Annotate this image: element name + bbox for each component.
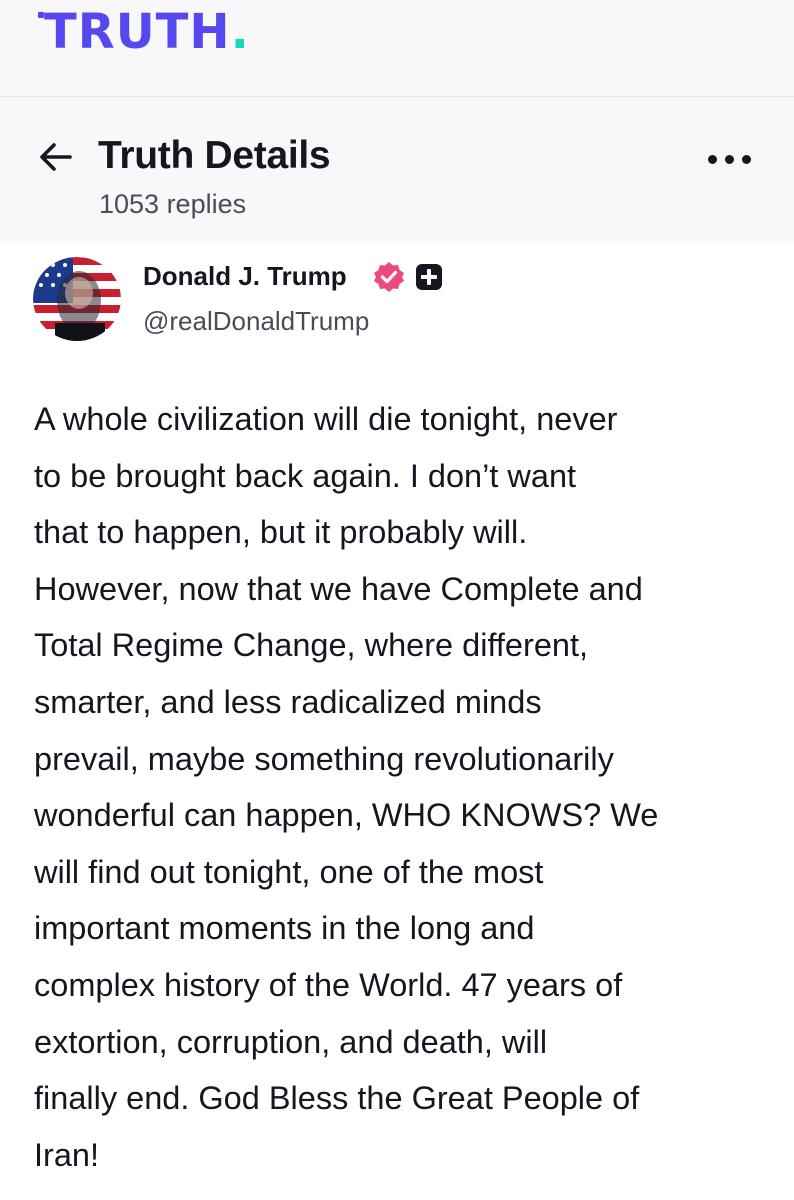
post-text: A whole civilization will die tonight, n… — [34, 401, 659, 1173]
more-dot — [725, 155, 734, 164]
more-horizontal-icon — [708, 155, 717, 164]
back-button[interactable] — [36, 137, 76, 177]
logo-dot: . — [230, 4, 250, 60]
verified-badge-icon — [374, 262, 404, 292]
more-options-button[interactable] — [702, 147, 756, 173]
author-name[interactable]: Donald J. Trump — [143, 257, 347, 295]
avatar[interactable] — [33, 257, 121, 341]
more-dot — [742, 155, 751, 164]
truth-logo[interactable]: TRUTH. — [38, 4, 250, 60]
page-title: Truth Details — [98, 134, 331, 177]
page-header: Truth Details 1053 replies — [0, 97, 794, 243]
brand-bar: TRUTH. — [0, 0, 794, 97]
logo-text: TRUTH — [44, 4, 231, 60]
avatar-image — [33, 257, 121, 341]
author-handle[interactable]: @realDonaldTrump — [143, 303, 369, 339]
arrow-left-icon — [40, 143, 72, 171]
reply-count: 1053 replies — [99, 189, 247, 219]
logo-tick-mark — [38, 12, 44, 18]
plus-badge-icon — [416, 264, 442, 290]
